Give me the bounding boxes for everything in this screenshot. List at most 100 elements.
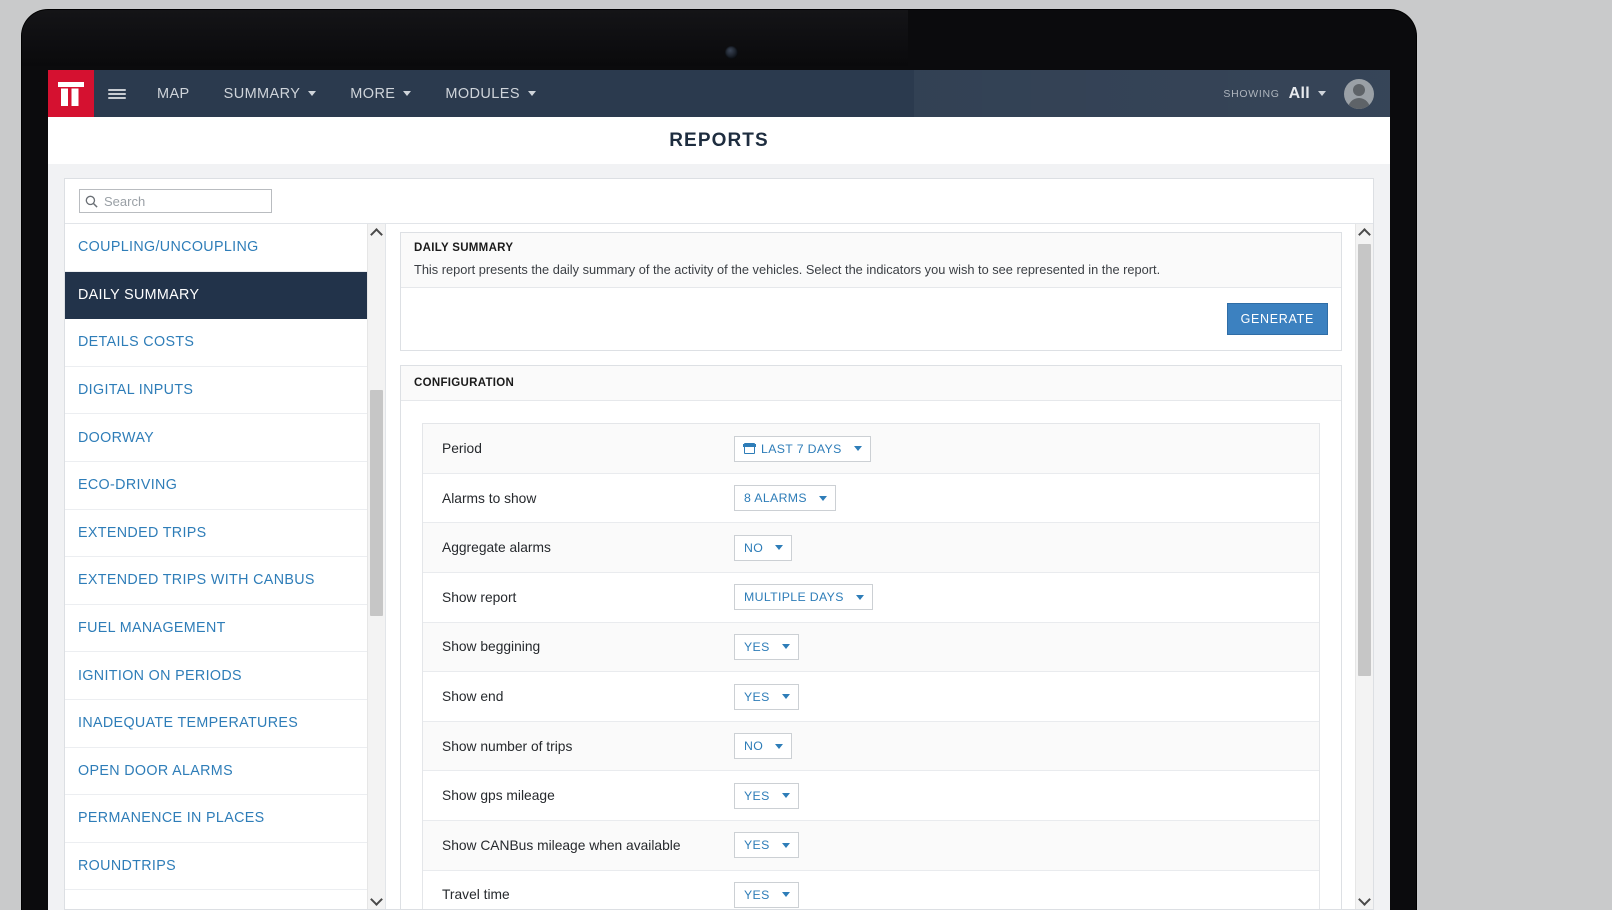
config-select[interactable]: YES <box>734 683 799 710</box>
sidebar-item-coupling-uncoupling[interactable]: COUPLING/UNCOUPLING <box>65 224 368 272</box>
config-label: Show end <box>442 689 504 705</box>
config-label: Show beggining <box>442 639 541 655</box>
config-row: Period LAST 7 DAYS <box>423 424 1319 474</box>
nav-item-map[interactable]: MAP <box>140 70 207 117</box>
config-select[interactable]: NO <box>734 534 793 561</box>
scroll-up-arrow-icon[interactable] <box>1356 224 1373 241</box>
config-label: Show gps mileage <box>442 788 555 804</box>
config-select[interactable]: 8 ALARMS <box>734 485 836 512</box>
nav-item-modules-label: MODULES <box>445 85 520 102</box>
sidebar-item-extended-trips[interactable]: EXTENDED TRIPS <box>65 510 368 558</box>
avatar[interactable] <box>1344 78 1374 109</box>
nav-item-more[interactable]: MORE <box>333 70 428 117</box>
sidebar-item-daily-summary[interactable]: DAILY SUMMARY <box>65 271 368 320</box>
chevron-down-icon <box>775 545 784 551</box>
hamburger-icon[interactable] <box>94 70 140 117</box>
config-select-value: LAST 7 DAYS <box>761 441 842 456</box>
chevron-down-icon <box>781 793 790 799</box>
config-select[interactable]: YES <box>734 633 799 660</box>
config-row: Show end YES <box>423 672 1319 722</box>
config-row: Show gps mileage YES <box>423 771 1319 822</box>
config-row: Show number of trips NO <box>423 721 1319 772</box>
config-select-value: MULTIPLE DAYS <box>744 590 844 605</box>
avatar-body <box>1348 97 1370 109</box>
config-select[interactable]: LAST 7 DAYS <box>734 435 871 462</box>
chevron-down-icon <box>818 495 827 501</box>
report-title: DAILY SUMMARY <box>414 242 514 254</box>
scroll-up-arrow-icon[interactable] <box>368 224 385 241</box>
config-label: Show report <box>442 589 517 605</box>
configuration-card: CONFIGURATION Period LAST 7 DAYS Alarms to… <box>400 365 1342 909</box>
sidebar-item-ignition-on-periods[interactable]: IGNITION ON PERIODS <box>65 652 368 700</box>
sidebar-item-inadequate-temperatures[interactable]: INADEQUATE TEMPERATURES <box>65 700 368 748</box>
bezel-highlight <box>22 10 908 66</box>
nav-item-summary[interactable]: SUMMARY <box>207 70 334 117</box>
chevron-down-icon <box>527 91 536 96</box>
config-select[interactable]: YES <box>734 881 799 908</box>
configuration-table: Period LAST 7 DAYS Alarms to show 8 ALARMS A… <box>422 423 1320 909</box>
generate-button[interactable]: GENERATE <box>1226 303 1328 336</box>
config-label: Alarms to show <box>442 490 537 506</box>
sidebar-item-details-costs[interactable]: DETAILS COSTS <box>65 319 368 367</box>
scroll-down-arrow-icon[interactable] <box>368 892 385 909</box>
sidebar-item-label: EXTENDED TRIPS <box>78 524 207 541</box>
sidebar-item-fuel-management[interactable]: FUEL MANAGEMENT <box>65 605 368 653</box>
sidebar-item-label: DIGITAL INPUTS <box>78 382 194 399</box>
search-icon <box>80 195 102 208</box>
sidebar-item-doorway[interactable]: DOORWAY <box>65 414 368 462</box>
chevron-down-icon <box>853 446 862 452</box>
config-select-value: YES <box>744 838 770 853</box>
nav-item-modules[interactable]: MODULES <box>428 70 553 117</box>
scroll-down-arrow-icon[interactable] <box>1356 892 1373 909</box>
config-label: Show number of trips <box>442 738 573 754</box>
sidebar-item-label: DETAILS COSTS <box>78 334 195 351</box>
avatar-head <box>1353 83 1365 96</box>
nav-item-more-label: MORE <box>350 85 396 102</box>
config-select[interactable]: YES <box>734 832 799 859</box>
chevron-down-icon <box>781 694 790 700</box>
sidebar-item-eco-driving[interactable]: ECO-DRIVING <box>65 462 368 510</box>
sidebar-item-roundtrips[interactable]: ROUNDTRIPS <box>65 843 368 891</box>
sidebar-scrollbar-thumb[interactable] <box>370 390 383 616</box>
sidebar-scrollbar[interactable] <box>367 224 385 909</box>
report-summary-card: DAILY SUMMARY This report presents the d… <box>400 232 1342 352</box>
config-label: Aggregate alarms <box>442 540 551 556</box>
sidebar-item-label: COUPLING/UNCOUPLING <box>78 239 259 256</box>
sidebar-item-label: DAILY SUMMARY <box>78 286 200 303</box>
chevron-down-icon <box>781 644 790 650</box>
chevron-down-icon <box>403 91 412 96</box>
search-input[interactable] <box>102 192 256 210</box>
sidebar-item-label: ECO-DRIVING <box>78 477 178 494</box>
nav-item-summary-label: SUMMARY <box>223 85 301 102</box>
webcam-icon <box>725 46 738 59</box>
showing-selector-value[interactable]: All <box>1289 85 1310 103</box>
search-box[interactable] <box>79 189 272 213</box>
config-select[interactable]: YES <box>734 782 799 809</box>
report-scrollbar[interactable] <box>1355 224 1373 909</box>
report-detail-column: DAILY SUMMARY This report presents the d… <box>386 224 1373 909</box>
configuration-title: CONFIGURATION <box>414 377 515 390</box>
config-select[interactable]: NO <box>734 733 793 760</box>
config-row: Aggregate alarms NO <box>423 523 1319 574</box>
sidebar-item-label: EXTENDED TRIPS WITH CANBUS <box>78 572 315 589</box>
report-scrollbar-thumb[interactable] <box>1358 244 1371 676</box>
sidebar-item-open-door-alarms[interactable]: OPEN DOOR ALARMS <box>65 748 368 796</box>
config-select[interactable]: MULTIPLE DAYS <box>734 584 873 611</box>
config-select-value: 8 ALARMS <box>744 491 807 506</box>
sidebar-item-permanence-in-places[interactable]: PERMANENCE IN PLACES <box>65 795 368 843</box>
sidebar-item-label: OPEN DOOR ALARMS <box>78 762 233 779</box>
report-summary-header: DAILY SUMMARY This report presents the d… <box>401 233 1341 289</box>
company-logo[interactable] <box>48 70 94 117</box>
search-row <box>65 179 1373 224</box>
chevron-down-icon <box>781 842 790 848</box>
config-label: Period <box>442 441 482 457</box>
sidebar-item-digital-inputs[interactable]: DIGITAL INPUTS <box>65 367 368 415</box>
sidebar-item-extended-trips-with-canbus[interactable]: EXTENDED TRIPS WITH CANBUS <box>65 557 368 605</box>
configuration-body: Period LAST 7 DAYS Alarms to show 8 ALARMS A… <box>401 401 1341 909</box>
chevron-down-icon[interactable] <box>1318 91 1326 96</box>
sidebar-item-label: FUEL MANAGEMENT <box>78 620 226 637</box>
sidebar-item-label: INADEQUATE TEMPERATURES <box>78 715 299 732</box>
reports-panel: COUPLING/UNCOUPLING DAILY SUMMARY DETAILS … <box>64 178 1374 910</box>
config-select-value: NO <box>744 739 764 754</box>
config-select-value: NO <box>744 540 764 555</box>
